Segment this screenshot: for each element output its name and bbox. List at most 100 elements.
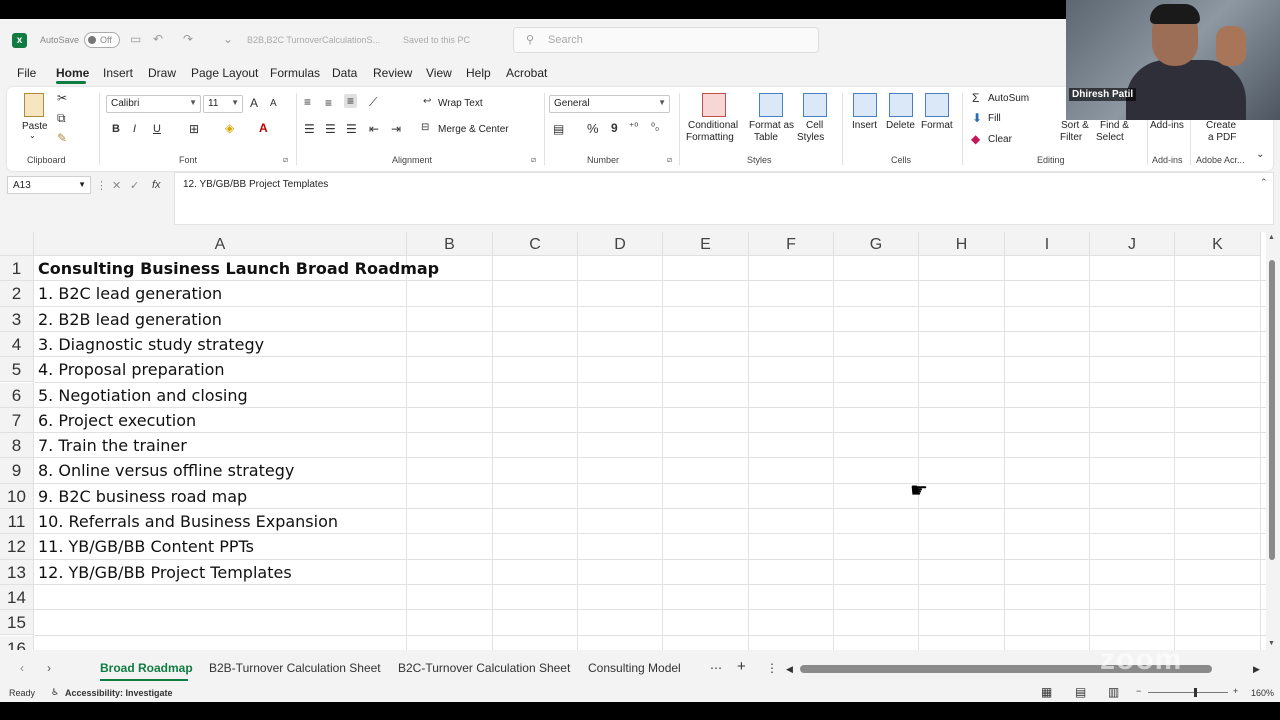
percent-style-button[interactable]: % bbox=[587, 121, 599, 136]
column-header-j[interactable]: J bbox=[1090, 232, 1175, 256]
autosum-button[interactable]: AutoSum bbox=[988, 93, 1029, 104]
row-header-4[interactable]: 4 bbox=[0, 331, 34, 358]
grow-font-icon[interactable]: A bbox=[250, 96, 258, 110]
decrease-indent-icon[interactable]: ⇤ bbox=[369, 122, 379, 136]
cell-a9[interactable]: 8. Online versus offline strategy bbox=[38, 458, 294, 483]
tab-insert[interactable]: Insert bbox=[103, 66, 133, 80]
delete-cells-button[interactable]: Delete bbox=[886, 120, 915, 131]
row-header-16[interactable]: 16 bbox=[0, 635, 34, 650]
column-header-f[interactable]: F bbox=[749, 232, 834, 256]
select-all-corner[interactable] bbox=[0, 232, 34, 256]
paste-icon[interactable] bbox=[24, 93, 44, 117]
row-header-7[interactable]: 7 bbox=[0, 407, 34, 434]
more-sheets-icon[interactable]: ⋯ bbox=[710, 661, 722, 675]
conditional-formatting-icon[interactable] bbox=[702, 93, 726, 117]
sheet-tab-broad-roadmap[interactable]: Broad Roadmap bbox=[100, 661, 193, 675]
underline-button[interactable]: U bbox=[153, 123, 161, 135]
alignment-dialog-launcher-icon[interactable]: ⧄ bbox=[531, 155, 536, 165]
row-header-8[interactable]: 8 bbox=[0, 433, 34, 459]
insert-cells-icon[interactable] bbox=[853, 93, 877, 117]
cell-styles-label-2[interactable]: Styles bbox=[797, 132, 824, 143]
bold-button[interactable]: B bbox=[112, 123, 120, 135]
page-layout-view-icon[interactable]: ▤ bbox=[1075, 685, 1086, 699]
column-header-d[interactable]: D bbox=[578, 232, 663, 256]
format-as-table-icon[interactable] bbox=[759, 93, 783, 117]
zoom-in-icon[interactable]: + bbox=[1233, 686, 1238, 696]
row-header-13[interactable]: 13 bbox=[0, 559, 34, 585]
cell-a1[interactable]: Consulting Business Launch Broad Roadmap bbox=[38, 256, 439, 281]
create-pdf-label-2[interactable]: a PDF bbox=[1208, 132, 1236, 143]
insert-function-button[interactable]: fx bbox=[152, 179, 161, 191]
tab-review[interactable]: Review bbox=[373, 66, 412, 80]
clear-button[interactable]: Clear bbox=[988, 134, 1012, 145]
tab-home[interactable]: Home bbox=[56, 66, 89, 80]
row-header-1[interactable]: 1 bbox=[0, 256, 34, 282]
tab-page-layout[interactable]: Page Layout bbox=[191, 66, 258, 80]
cell-a5[interactable]: 4. Proposal preparation bbox=[38, 357, 225, 382]
zoom-slider-thumb[interactable] bbox=[1194, 688, 1197, 697]
save-status[interactable]: Saved to this PC bbox=[403, 35, 470, 45]
prev-sheet-icon[interactable]: ‹ bbox=[20, 661, 24, 675]
row-header-6[interactable]: 6 bbox=[0, 382, 34, 408]
number-format-select[interactable]: General ▼ bbox=[549, 95, 670, 113]
increase-indent-icon[interactable]: ⇥ bbox=[391, 122, 401, 136]
column-header-i[interactable]: I bbox=[1005, 232, 1090, 256]
column-header-k[interactable]: K bbox=[1175, 232, 1261, 256]
conditional-formatting-label-2[interactable]: Formatting bbox=[686, 132, 734, 143]
tab-help[interactable]: Help bbox=[466, 66, 491, 80]
increase-decimal-icon[interactable]: ⁺⁰ bbox=[629, 122, 638, 133]
vertical-scrollbar[interactable]: ▲ ▼ bbox=[1266, 232, 1278, 650]
sheet-tab-b2c-turnover[interactable]: B2C-Turnover Calculation Sheet bbox=[398, 661, 570, 675]
delete-cells-icon[interactable] bbox=[889, 93, 913, 117]
bottom-align-icon[interactable]: ≡ bbox=[344, 94, 358, 108]
shrink-font-icon[interactable]: A bbox=[270, 98, 277, 109]
scroll-left-icon[interactable]: ◀ bbox=[786, 664, 793, 675]
sort-filter-label-2[interactable]: Filter bbox=[1060, 132, 1082, 143]
row-header-11[interactable]: 11 bbox=[0, 509, 34, 535]
fill-button[interactable]: Fill bbox=[988, 113, 1001, 124]
add-ins-button[interactable]: Add-ins bbox=[1150, 120, 1184, 131]
row-header-3[interactable]: 3 bbox=[0, 306, 34, 332]
redo-icon[interactable]: ↷ bbox=[183, 32, 193, 46]
create-pdf-label[interactable]: Create bbox=[1206, 120, 1236, 131]
cell-a10[interactable]: 9. B2C business road map bbox=[38, 484, 247, 509]
cancel-entry-icon[interactable]: ✕ bbox=[112, 179, 121, 192]
tab-draw[interactable]: Draw bbox=[148, 66, 176, 80]
confirm-entry-icon[interactable]: ✓ bbox=[130, 179, 139, 192]
align-center-icon[interactable]: ☰ bbox=[325, 122, 336, 136]
cell-a11[interactable]: 10. Referrals and Business Expansion bbox=[38, 509, 338, 534]
customize-chevron-icon[interactable]: ⌄ bbox=[223, 32, 233, 46]
conditional-formatting-label[interactable]: Conditional bbox=[688, 120, 738, 131]
formula-input[interactable]: 12. YB/GB/BB Project Templates bbox=[174, 172, 1274, 225]
search-box[interactable]: ⚲ Search bbox=[513, 27, 819, 53]
tab-formulas[interactable]: Formulas bbox=[270, 66, 320, 80]
cell-a2[interactable]: 1. B2C lead generation bbox=[38, 281, 222, 306]
cell-a4[interactable]: 3. Diagnostic study strategy bbox=[38, 332, 264, 357]
tab-file[interactable]: File bbox=[17, 66, 36, 80]
page-break-view-icon[interactable]: ▥ bbox=[1108, 685, 1119, 699]
row-header-12[interactable]: 12 bbox=[0, 534, 34, 560]
cut-icon[interactable]: ✂ bbox=[57, 91, 67, 105]
number-dialog-launcher-icon[interactable]: ⧄ bbox=[667, 155, 672, 165]
collapse-ribbon-chevron-icon[interactable]: ⌄ bbox=[1256, 149, 1264, 160]
sheet-tab-consulting-model[interactable]: Consulting Model bbox=[588, 661, 681, 675]
spreadsheet-grid[interactable]: ABCDEFGHIJK 1 2 3 4 5 6 7 8 9 10 11 12 13 14 15 16 Cons… bbox=[0, 232, 1268, 650]
row-header-2[interactable]: 2 bbox=[0, 281, 34, 307]
column-header-a[interactable]: A bbox=[34, 232, 407, 256]
save-icon[interactable]: ▭ bbox=[130, 32, 141, 46]
expand-formula-bar-icon[interactable]: ⌃ bbox=[1260, 177, 1268, 188]
find-select-label-2[interactable]: Select bbox=[1096, 132, 1124, 143]
column-header-h[interactable]: H bbox=[919, 232, 1005, 256]
align-right-icon[interactable]: ☰ bbox=[346, 122, 357, 136]
row-header-15[interactable]: 15 bbox=[0, 610, 34, 636]
decrease-decimal-icon[interactable]: ⁰₀ bbox=[651, 122, 659, 133]
zoom-slider[interactable] bbox=[1148, 692, 1228, 693]
format-painter-icon[interactable]: ✎ bbox=[57, 131, 67, 145]
vertical-scroll-thumb[interactable] bbox=[1269, 260, 1275, 560]
cell-styles-icon[interactable] bbox=[803, 93, 827, 117]
column-header-g[interactable]: G bbox=[834, 232, 919, 256]
scroll-down-icon[interactable]: ▼ bbox=[1268, 640, 1275, 647]
font-dialog-launcher-icon[interactable]: ⧄ bbox=[283, 155, 288, 165]
cell-styles-label[interactable]: Cell bbox=[806, 120, 823, 131]
row-header-10[interactable]: 10 bbox=[0, 483, 34, 509]
